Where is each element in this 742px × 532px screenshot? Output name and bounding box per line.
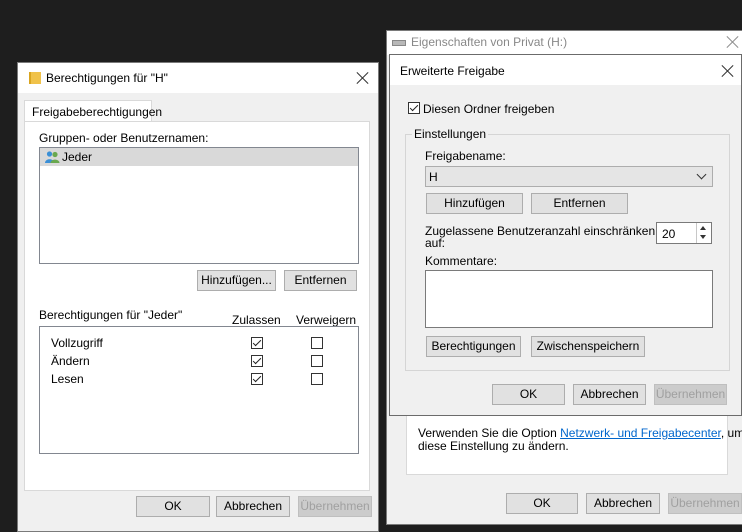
permission-name: Vollzugriff (51, 336, 103, 350)
users-icon (45, 151, 60, 163)
close-icon[interactable] (726, 35, 740, 49)
share-name-select[interactable]: H (425, 166, 713, 187)
add-button[interactable]: Hinzufügen... (197, 270, 276, 291)
advanced-sharing-dialog: Erweiterte Freigabe Diesen Ordner freige… (389, 54, 742, 416)
info-text-after: , um (720, 426, 742, 440)
ok-button[interactable]: OK (136, 496, 210, 517)
network-center-link[interactable]: Netzwerk- und Freigabecenter (560, 426, 721, 440)
cancel-button[interactable]: Abbrechen (216, 496, 290, 517)
remove-button[interactable]: Entfernen (284, 270, 357, 291)
chevron-down-icon (696, 169, 707, 180)
col-allow-header: Zulassen (232, 313, 281, 327)
user-limit-spinner[interactable]: 20 (656, 222, 712, 244)
apply-button[interactable]: Übernehmen (668, 493, 742, 514)
add-button[interactable]: Hinzufügen (426, 193, 523, 214)
spin-up-icon[interactable] (700, 226, 706, 230)
limit-label-line2: auf: (425, 236, 446, 250)
permissions-dialog: Berechtigungen für "H" Freigabeberechtig… (17, 62, 379, 532)
comments-label: Kommentare: (425, 254, 498, 268)
settings-group-label: Einstellungen (412, 127, 489, 141)
apply-button[interactable]: Übernehmen (654, 384, 727, 405)
spinner-buttons[interactable] (696, 223, 711, 243)
ok-button[interactable]: OK (506, 493, 578, 514)
share-folder-checkbox[interactable] (408, 102, 420, 114)
info-text-before: Verwenden Sie die Option (418, 426, 561, 440)
permissions-table: Vollzugriff Ändern Lesen (39, 326, 359, 454)
dialog-title: Berechtigungen für "H" (46, 71, 168, 85)
dialog-title: Erweiterte Freigabe (400, 64, 505, 78)
users-list[interactable]: Jeder (39, 147, 359, 264)
deny-checkbox[interactable] (311, 355, 323, 367)
drive-icon (392, 40, 406, 46)
deny-checkbox[interactable] (311, 337, 323, 349)
permission-name: Ändern (51, 354, 90, 368)
info-text: Verwenden Sie die Option Netzwerk- und F… (418, 426, 742, 440)
share-name-value: H (429, 170, 438, 184)
properties-window-titlebar[interactable]: Eigenschaften von Privat (H:) (387, 31, 742, 55)
window-title: Eigenschaften von Privat (H:) (411, 35, 568, 49)
permission-name: Lesen (51, 372, 84, 386)
deny-checkbox[interactable] (311, 373, 323, 385)
spin-down-icon[interactable] (700, 235, 706, 239)
tab-label: Freigabeberechtigungen (32, 105, 163, 119)
allow-checkbox[interactable] (251, 373, 263, 385)
limit-label: Zugelassene Benutzeranzahl einschränken (425, 224, 656, 238)
ok-button[interactable]: OK (492, 384, 565, 405)
cancel-button[interactable]: Abbrechen (573, 384, 646, 405)
group-label: Gruppen- oder Benutzernamen: (39, 131, 209, 145)
remove-button[interactable]: Entfernen (531, 193, 628, 214)
close-icon[interactable] (356, 71, 370, 85)
list-item[interactable]: Jeder (40, 148, 358, 166)
user-name: Jeder (62, 150, 93, 164)
tab-panel: Gruppen- oder Benutzernamen: Jeder Hinzu… (24, 121, 370, 491)
caching-button[interactable]: Zwischenspeichern (531, 336, 645, 357)
permissions-dialog-titlebar[interactable]: Berechtigungen für "H" (18, 63, 378, 93)
permissions-title: Berechtigungen für "Jeder" (39, 308, 183, 322)
apply-button[interactable]: Übernehmen (298, 496, 372, 517)
col-deny-header: Verweigern (296, 313, 357, 327)
close-icon[interactable] (721, 64, 735, 78)
user-limit-value: 20 (662, 227, 676, 241)
allow-checkbox[interactable] (251, 337, 263, 349)
permissions-button[interactable]: Berechtigungen (426, 336, 521, 357)
advanced-sharing-titlebar[interactable]: Erweiterte Freigabe (390, 55, 741, 85)
folder-icon (29, 72, 41, 84)
tab-freigabeberechtigungen[interactable]: Freigabeberechtigungen (24, 100, 162, 122)
share-name-label: Freigabename: (425, 149, 506, 163)
share-folder-label[interactable]: Diesen Ordner freigeben (423, 102, 554, 116)
comments-textarea[interactable] (425, 270, 713, 328)
allow-checkbox[interactable] (251, 355, 263, 367)
info-line2: diese Einstellung zu ändern. (418, 439, 569, 453)
cancel-button[interactable]: Abbrechen (586, 493, 660, 514)
